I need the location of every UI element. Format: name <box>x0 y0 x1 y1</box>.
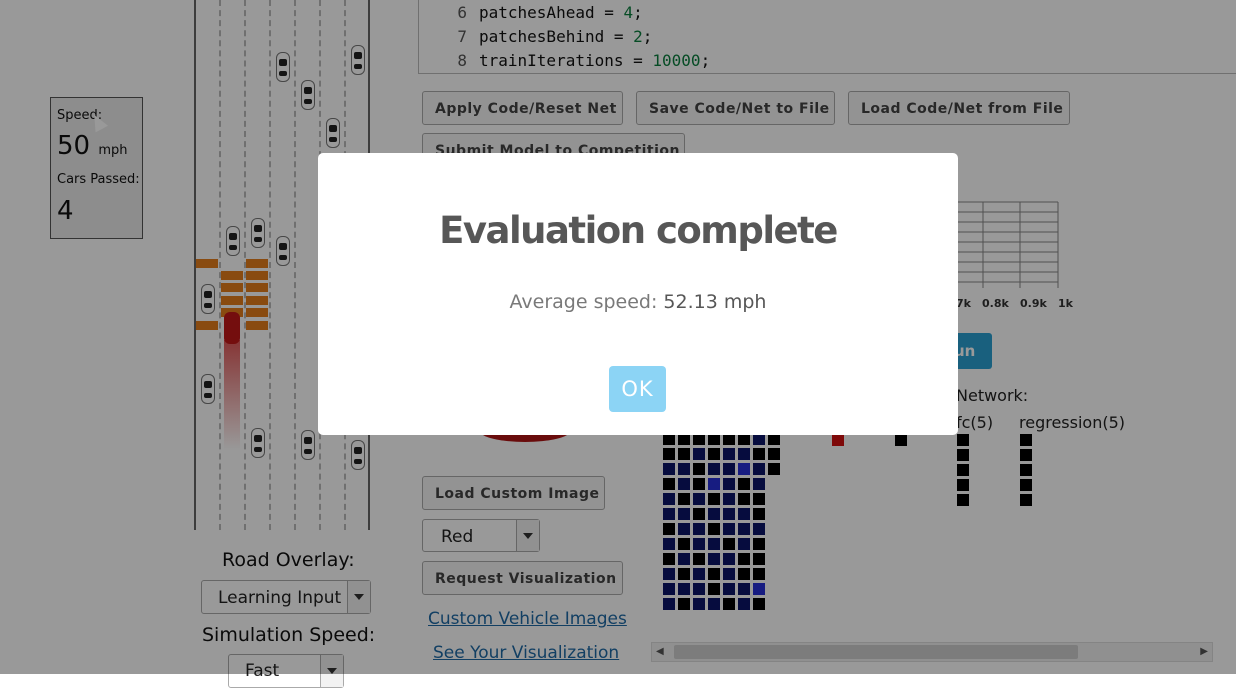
dialog-message: Average speed: 52.13 mph <box>318 291 958 313</box>
ok-button[interactable]: OK <box>609 366 666 412</box>
average-speed-label: Average speed: <box>509 291 664 313</box>
evaluation-dialog: Evaluation complete Average speed: 52.13… <box>318 153 958 435</box>
average-speed-value: 52.13 mph <box>663 291 767 313</box>
dialog-title: Evaluation complete <box>439 209 838 252</box>
